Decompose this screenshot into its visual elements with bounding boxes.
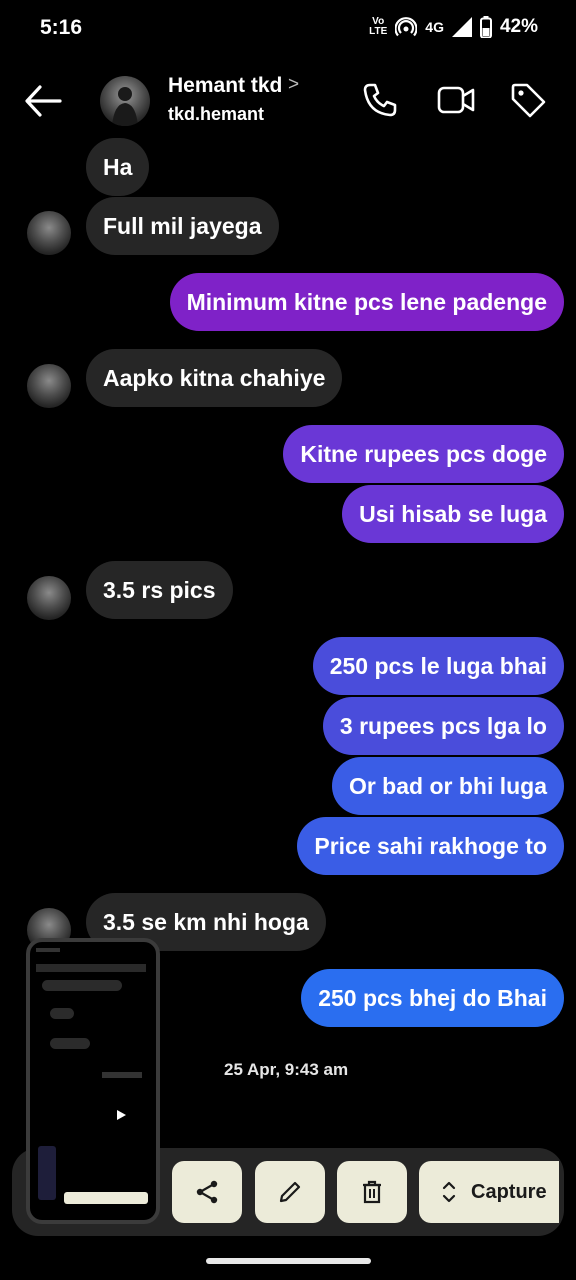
message-outgoing[interactable]: 250 pcs le luga bhai [312, 637, 564, 695]
message-outgoing[interactable]: Usi hisab se luga [342, 485, 564, 543]
status-time: 5:16 [40, 16, 83, 39]
message-outgoing[interactable]: Kitne rupees pcs doge [283, 425, 564, 483]
hotspot-icon [395, 17, 418, 37]
message-incoming[interactable]: 3.5 rs pics [86, 561, 233, 619]
chat-header: Hemant tkd > tkd.hemant [0, 62, 576, 138]
capture-label: Capture [471, 1180, 547, 1203]
message-incoming[interactable]: Ha [86, 138, 150, 196]
thumb-bubble [50, 1008, 74, 1019]
message-outgoing[interactable]: Price sahi rakhoge to [297, 817, 564, 875]
status-icons: Vo LTE 4G 42% [369, 16, 538, 38]
chevron-right-icon[interactable]: > [288, 74, 299, 96]
message-outgoing[interactable]: Or bad or bhi luga [331, 757, 564, 815]
profile-avatar[interactable] [100, 76, 150, 126]
signal-icon [451, 17, 472, 37]
screenshot-thumbnail[interactable] [26, 938, 160, 1224]
trash-icon [363, 1180, 381, 1204]
message-incoming[interactable]: Full mil jayega [86, 197, 279, 255]
volte-icon: Vo LTE [369, 16, 388, 37]
gesture-nav-bar[interactable] [206, 1258, 371, 1264]
thumb-bubble [42, 980, 122, 991]
network-type: 4G [425, 19, 444, 35]
thumb-play-icon [117, 1110, 126, 1120]
video-call-icon[interactable] [436, 80, 476, 120]
message-incoming[interactable]: Aapko kitna chahiye [86, 349, 343, 407]
message-outgoing[interactable]: 250 pcs bhej do Bhai [301, 969, 564, 1027]
contact-username[interactable]: tkd.hemant [168, 104, 264, 125]
share-icon [196, 1180, 218, 1204]
back-arrow-icon[interactable] [22, 82, 64, 120]
thumb-toolbar [64, 1192, 148, 1204]
message-outgoing[interactable]: Minimum kitne pcs lene padenge [169, 273, 564, 331]
phone-icon[interactable] [360, 80, 400, 120]
battery-icon [479, 16, 492, 38]
share-button[interactable] [172, 1161, 242, 1223]
message-outgoing[interactable]: 3 rupees pcs lga lo [322, 697, 564, 755]
thumb-attachment [102, 1072, 142, 1078]
thumb-nested-preview [38, 1146, 56, 1200]
status-bar: 5:16 Vo LTE 4G 42% [0, 0, 576, 58]
person-silhouette-icon [112, 87, 138, 126]
thumb-status-bar [36, 948, 60, 952]
sender-avatar [27, 211, 71, 255]
sender-avatar [27, 364, 71, 408]
tag-icon[interactable] [508, 80, 548, 120]
battery-percent: 42% [499, 16, 538, 37]
date-divider: 25 Apr, 9:43 am [224, 1060, 349, 1079]
contact-name[interactable]: Hemant tkd [168, 74, 282, 98]
pencil-icon [279, 1181, 301, 1203]
capture-more-button[interactable]: Capture [419, 1161, 559, 1223]
thumb-header [36, 964, 146, 972]
sender-avatar [27, 576, 71, 620]
delete-button[interactable] [337, 1161, 407, 1223]
thumb-bubble [50, 1038, 90, 1049]
edit-button[interactable] [255, 1161, 325, 1223]
expand-vertical-icon [442, 1181, 456, 1203]
